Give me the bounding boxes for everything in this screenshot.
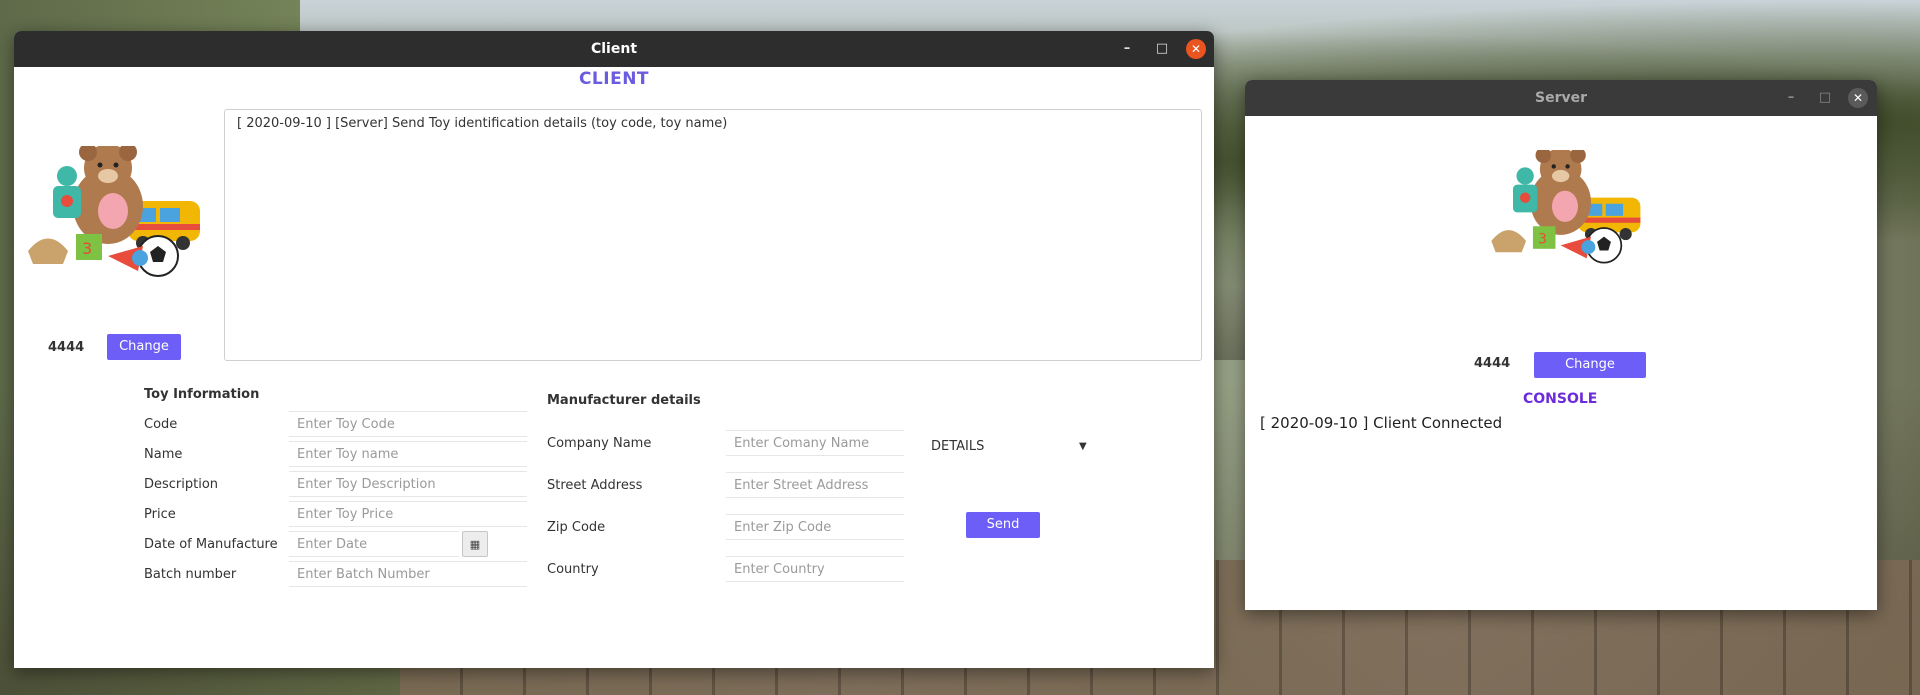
client-window: Client – □ ✕ CLIENT 3 4444 Change [ 2020… bbox=[14, 31, 1214, 668]
svg-text:3: 3 bbox=[1538, 232, 1547, 248]
zip-code-input[interactable] bbox=[726, 514, 904, 540]
manufacture-date-input[interactable] bbox=[289, 531, 459, 557]
client-port-label: 4444 bbox=[48, 340, 85, 355]
manufacturer-title: Manufacturer details bbox=[547, 393, 701, 408]
client-titlebar[interactable]: Client – □ ✕ bbox=[14, 31, 1214, 67]
zip-code-label: Zip Code bbox=[547, 520, 606, 535]
minimize-icon[interactable]: – bbox=[1117, 39, 1137, 59]
toy-description-input[interactable] bbox=[289, 471, 527, 497]
server-window: Server – □ ✕ 3 4444 Change CONSOLE [ 202… bbox=[1245, 80, 1877, 610]
country-input[interactable] bbox=[726, 556, 904, 582]
minimize-icon[interactable]: – bbox=[1781, 88, 1801, 108]
server-titlebar[interactable]: Server – □ ✕ bbox=[1245, 80, 1877, 116]
name-label: Name bbox=[144, 447, 183, 462]
maximize-icon[interactable]: □ bbox=[1815, 88, 1835, 108]
svg-text:3: 3 bbox=[82, 239, 92, 258]
street-address-label: Street Address bbox=[547, 478, 643, 493]
batch-number-label: Batch number bbox=[144, 567, 237, 582]
price-label: Price bbox=[144, 507, 176, 522]
details-dropdown[interactable]: DETAILS ▼ bbox=[931, 439, 1087, 459]
toys-illustration: 3 bbox=[28, 146, 200, 277]
client-log-area[interactable]: [ 2020-09-10 ] [Server] Send Toy identif… bbox=[224, 109, 1202, 361]
calendar-icon[interactable]: ▦ bbox=[462, 531, 488, 557]
maximize-icon[interactable]: □ bbox=[1152, 39, 1172, 59]
company-name-input[interactable] bbox=[726, 430, 904, 456]
toy-price-input[interactable] bbox=[289, 501, 527, 527]
client-window-title: Client bbox=[590, 41, 638, 57]
description-label: Description bbox=[144, 477, 219, 492]
details-dropdown-value: DETAILS bbox=[931, 439, 985, 454]
code-label: Code bbox=[144, 417, 178, 432]
toys-illustration: 3 bbox=[1491, 150, 1641, 264]
client-log-line: [ 2020-09-10 ] [Server] Send Toy identif… bbox=[237, 116, 728, 131]
client-change-button[interactable]: Change bbox=[107, 334, 181, 360]
date-of-manufacture-label: Date of Manufacture bbox=[144, 537, 278, 552]
send-button[interactable]: Send bbox=[966, 512, 1040, 538]
street-address-input[interactable] bbox=[726, 472, 904, 498]
close-icon[interactable]: ✕ bbox=[1848, 88, 1868, 108]
console-heading: CONSOLE bbox=[1523, 391, 1598, 407]
server-port-label: 4444 bbox=[1474, 356, 1511, 371]
toy-info-title: Toy Information bbox=[144, 387, 260, 402]
client-heading: CLIENT bbox=[578, 69, 650, 89]
server-window-title: Server bbox=[1534, 90, 1587, 106]
company-name-label: Company Name bbox=[547, 436, 652, 451]
chevron-down-icon: ▼ bbox=[1079, 441, 1087, 452]
console-line: [ 2020-09-10 ] Client Connected bbox=[1260, 414, 1503, 432]
country-label: Country bbox=[547, 562, 599, 577]
toy-name-input[interactable] bbox=[289, 441, 527, 467]
batch-number-input[interactable] bbox=[289, 561, 527, 587]
server-change-button[interactable]: Change bbox=[1534, 352, 1646, 378]
close-icon[interactable]: ✕ bbox=[1186, 39, 1206, 59]
toy-code-input[interactable] bbox=[289, 411, 527, 437]
